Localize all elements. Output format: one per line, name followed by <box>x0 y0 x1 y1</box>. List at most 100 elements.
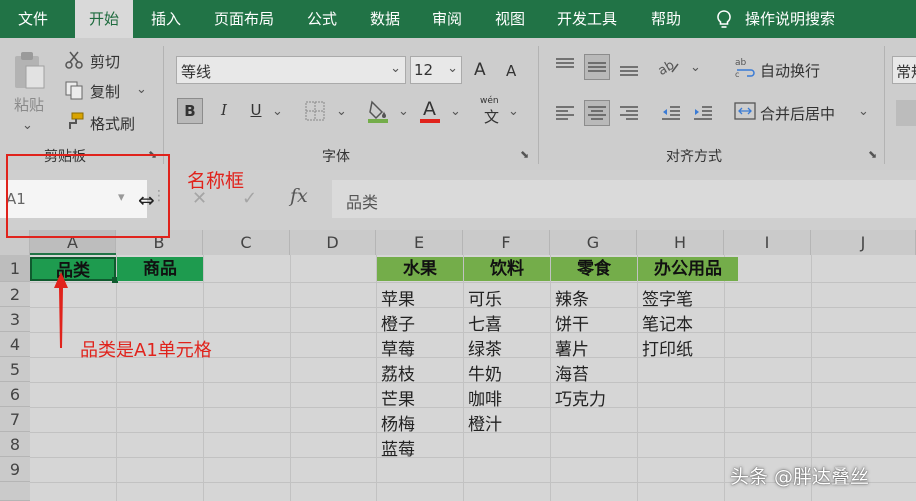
align-middle-icon[interactable] <box>584 54 610 80</box>
format-painter-button[interactable]: 格式刷 <box>90 113 135 134</box>
cell-g3[interactable]: 饼干 <box>555 310 589 335</box>
font-size-select[interactable]: 12 ⌄ <box>410 56 462 84</box>
insert-function-icon[interactable]: fx <box>290 185 308 207</box>
cell-e4[interactable]: 草莓 <box>381 335 415 360</box>
paste-dropdown-icon[interactable]: ⌄ <box>22 118 33 133</box>
underline-button[interactable]: U <box>243 98 269 124</box>
copy-dropdown-icon[interactable]: ⌄ <box>136 82 147 97</box>
confirm-entry-icon[interactable]: ✓ <box>242 188 257 209</box>
column-header-i[interactable]: I <box>724 230 811 255</box>
tab-data[interactable]: 数据 <box>359 0 411 38</box>
increase-font-icon[interactable]: A <box>474 60 486 80</box>
row-header-3[interactable]: 3 <box>0 307 30 332</box>
decrease-font-icon[interactable]: A <box>506 62 516 80</box>
tab-help[interactable]: 帮助 <box>640 0 692 38</box>
paste-icon[interactable] <box>12 50 46 92</box>
orientation-dropdown-icon[interactable]: ⌄ <box>690 60 701 75</box>
tab-home[interactable]: 开始 <box>75 0 133 38</box>
cell-f5[interactable]: 牛奶 <box>468 360 502 385</box>
cell-f1[interactable]: 饮料 <box>464 257 550 281</box>
cell-b1[interactable]: 商品 <box>117 257 203 281</box>
cell-f3[interactable]: 七喜 <box>468 310 502 335</box>
font-launcher-icon[interactable]: ⬊ <box>520 148 529 161</box>
tab-view[interactable]: 视图 <box>484 0 536 38</box>
cell-g1[interactable]: 零食 <box>551 257 637 281</box>
column-header-e[interactable]: E <box>376 230 463 255</box>
cell-e7[interactable]: 杨梅 <box>381 410 415 435</box>
column-header-c[interactable]: C <box>203 230 290 255</box>
font-color-icon[interactable]: A <box>418 98 442 124</box>
copy-button[interactable]: 复制 <box>90 81 120 102</box>
paste-button[interactable]: 粘贴 <box>14 94 44 115</box>
cell-h3[interactable]: 笔记本 <box>642 310 693 335</box>
row-header-6[interactable]: 6 <box>0 382 30 407</box>
cell-f4[interactable]: 绿茶 <box>468 335 502 360</box>
row-header-10[interactable] <box>0 482 30 501</box>
worksheet-grid[interactable]: A B C D E F G H I J 1 2 3 4 5 6 7 8 9 品类… <box>0 230 916 501</box>
column-header-j[interactable]: J <box>811 230 916 255</box>
column-header-d[interactable]: D <box>290 230 376 255</box>
cell-e8[interactable]: 蓝莓 <box>381 435 415 460</box>
tab-developer[interactable]: 开发工具 <box>546 0 628 38</box>
align-left-icon[interactable] <box>552 100 578 126</box>
row-header-4[interactable]: 4 <box>0 332 30 357</box>
currency-icon[interactable] <box>896 100 916 126</box>
row-header-2[interactable]: 2 <box>0 282 30 307</box>
tab-file[interactable]: 文件 <box>0 0 66 38</box>
column-header-h[interactable]: H <box>637 230 724 255</box>
cell-e6[interactable]: 芒果 <box>381 385 415 410</box>
fill-color-dropdown-icon[interactable]: ⌄ <box>398 104 409 119</box>
cell-g2[interactable]: 辣条 <box>555 285 589 310</box>
phonetic-dropdown-icon[interactable]: ⌄ <box>508 104 519 119</box>
tab-insert[interactable]: 插入 <box>140 0 192 38</box>
underline-dropdown-icon[interactable]: ⌄ <box>272 104 283 119</box>
cut-button[interactable]: 剪切 <box>90 51 120 72</box>
cell-f7[interactable]: 橙汁 <box>468 410 502 435</box>
formula-input[interactable]: 品类 <box>332 180 916 218</box>
row-header-7[interactable]: 7 <box>0 407 30 432</box>
cell-e5[interactable]: 荔枝 <box>381 360 415 385</box>
merge-center-button[interactable]: 合并后居中 <box>760 103 835 124</box>
align-bottom-icon[interactable] <box>616 54 642 80</box>
row-header-1[interactable]: 1 <box>0 255 30 282</box>
borders-icon[interactable] <box>305 101 325 121</box>
italic-button[interactable]: I <box>211 98 237 124</box>
alignment-launcher-icon[interactable]: ⬊ <box>868 148 877 161</box>
cell-e2[interactable]: 苹果 <box>381 285 415 310</box>
align-top-icon[interactable] <box>552 54 578 80</box>
increase-indent-icon[interactable] <box>690 100 716 126</box>
align-center-icon[interactable] <box>584 100 610 126</box>
font-color-dropdown-icon[interactable]: ⌄ <box>450 104 461 119</box>
tab-page-layout[interactable]: 页面布局 <box>203 0 285 38</box>
row-header-8[interactable]: 8 <box>0 432 30 457</box>
align-right-icon[interactable] <box>616 100 642 126</box>
row-header-9[interactable]: 9 <box>0 457 30 482</box>
cell-h1[interactable]: 办公用品 <box>638 257 738 281</box>
cell-g5[interactable]: 海苔 <box>555 360 589 385</box>
cell-h2[interactable]: 签字笔 <box>642 285 693 310</box>
tell-me-search[interactable]: 操作说明搜索 <box>745 0 855 38</box>
cell-e3[interactable]: 橙子 <box>381 310 415 335</box>
row-header-5[interactable]: 5 <box>0 357 30 382</box>
cell-a1[interactable]: 品类 <box>30 257 116 281</box>
phonetic-guide-icon[interactable]: wén 文 <box>480 96 504 126</box>
cell-g6[interactable]: 巧克力 <box>555 385 606 410</box>
number-format-select[interactable]: 常规 <box>892 56 916 84</box>
decrease-indent-icon[interactable] <box>658 100 684 126</box>
bold-button[interactable]: B <box>177 98 203 124</box>
borders-dropdown-icon[interactable]: ⌄ <box>336 104 347 119</box>
font-name-select[interactable]: 等线 ⌄ <box>176 56 406 84</box>
merge-dropdown-icon[interactable]: ⌄ <box>858 104 869 119</box>
column-header-f[interactable]: F <box>463 230 550 255</box>
cell-f6[interactable]: 咖啡 <box>468 385 502 410</box>
cell-h4[interactable]: 打印纸 <box>642 335 693 360</box>
cell-g4[interactable]: 薯片 <box>555 335 589 360</box>
tab-formulas[interactable]: 公式 <box>296 0 348 38</box>
orientation-icon[interactable]: ab <box>656 56 682 79</box>
cell-e1[interactable]: 水果 <box>377 257 463 281</box>
column-header-g[interactable]: G <box>550 230 637 255</box>
fill-color-icon[interactable] <box>366 98 390 124</box>
cell-f2[interactable]: 可乐 <box>468 285 502 310</box>
tab-review[interactable]: 审阅 <box>421 0 473 38</box>
wrap-text-button[interactable]: 自动换行 <box>760 60 820 81</box>
